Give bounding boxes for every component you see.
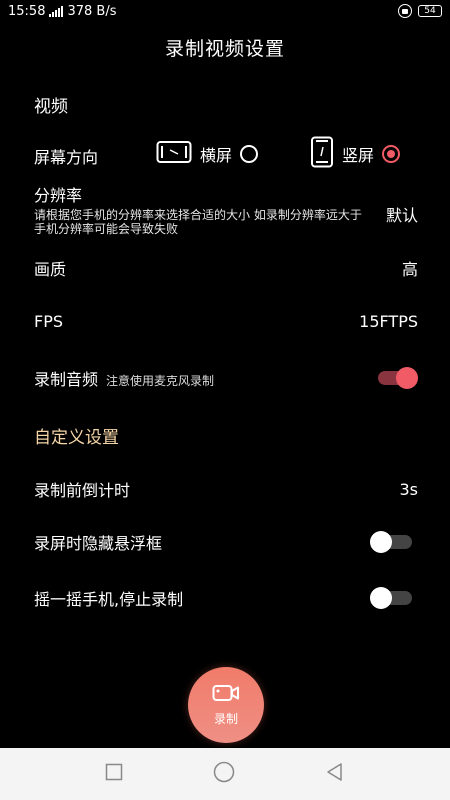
rotation-lock-icon: [398, 4, 412, 18]
portrait-radio[interactable]: [382, 145, 401, 163]
resolution-label: 分辨率: [34, 186, 83, 205]
status-right: 54: [398, 4, 442, 18]
system-nav-bar: [0, 748, 450, 800]
shake-stop-label: 摇一摇手机,停止录制: [34, 590, 184, 609]
signal-icon: [49, 5, 64, 17]
toggle-knob: [370, 587, 392, 609]
countdown-label: 录制前倒计时: [34, 481, 131, 500]
section-custom-heading: 自定义设置: [34, 428, 119, 448]
home-icon[interactable]: [213, 761, 235, 787]
quality-row[interactable]: 画质 高: [34, 256, 418, 280]
network-speed: 378 B/s: [67, 3, 117, 19]
shake-stop-row: 摇一摇手机,停止录制: [34, 586, 418, 610]
portrait-label: 竖屏: [342, 146, 375, 165]
back-icon[interactable]: [325, 762, 345, 786]
record-button[interactable]: 录制: [188, 667, 264, 743]
resolution-row[interactable]: 分辨率 请根据您手机的分辨率来选择合适的大小 如录制分辨率远大于手机分辨率可能会…: [34, 182, 418, 236]
video-camera-icon: [212, 684, 240, 706]
landscape-radio[interactable]: [240, 145, 259, 163]
audio-note: 注意使用麦克风录制: [106, 374, 215, 388]
countdown-value[interactable]: 3s: [399, 480, 418, 499]
portrait-option[interactable]: 竖屏: [310, 136, 401, 172]
page-title: 录制视频设置: [164, 38, 285, 60]
toggle-knob: [396, 367, 418, 389]
quality-label: 画质: [34, 260, 67, 279]
fps-row[interactable]: FPS 15FTPS: [34, 312, 418, 331]
status-left: 15:58 378 B/s: [8, 4, 117, 19]
resolution-value[interactable]: 默认: [386, 202, 418, 226]
portrait-phone-icon: [310, 136, 334, 172]
hide-float-toggle[interactable]: [370, 531, 414, 553]
resolution-description: 请根据您手机的分辨率来选择合适的大小 如录制分辨率远大于手机分辨率可能会导致失败: [34, 208, 362, 236]
record-button-label: 录制: [213, 711, 238, 726]
audio-toggle[interactable]: [374, 367, 418, 389]
quality-value[interactable]: 高: [402, 256, 418, 280]
shake-stop-toggle[interactable]: [370, 587, 414, 609]
battery-icon: 54: [418, 5, 442, 17]
audio-row: 录制音频 注意使用麦克风录制: [34, 366, 418, 390]
hide-float-label: 录屏时隐藏悬浮框: [34, 534, 163, 553]
toggle-knob: [370, 531, 392, 553]
fps-value[interactable]: 15FTPS: [359, 312, 418, 331]
fps-label: FPS: [34, 312, 64, 331]
audio-label-group: 录制音频 注意使用麦克风录制: [34, 366, 214, 390]
audio-label: 录制音频: [34, 370, 99, 389]
recent-apps-icon[interactable]: [105, 763, 123, 785]
section-video-heading: 视频: [34, 97, 68, 117]
orientation-label: 屏幕方向: [34, 148, 99, 167]
status-bar: 15:58 378 B/s 54: [0, 0, 450, 22]
orientation-row: 屏幕方向 横屏 竖屏: [34, 136, 418, 172]
landscape-option[interactable]: 横屏: [156, 138, 259, 170]
status-time: 15:58: [8, 3, 46, 19]
landscape-label: 横屏: [200, 146, 233, 165]
countdown-row[interactable]: 录制前倒计时 3s: [34, 477, 418, 501]
hide-float-row: 录屏时隐藏悬浮框: [34, 530, 418, 554]
landscape-phone-icon: [156, 140, 192, 168]
